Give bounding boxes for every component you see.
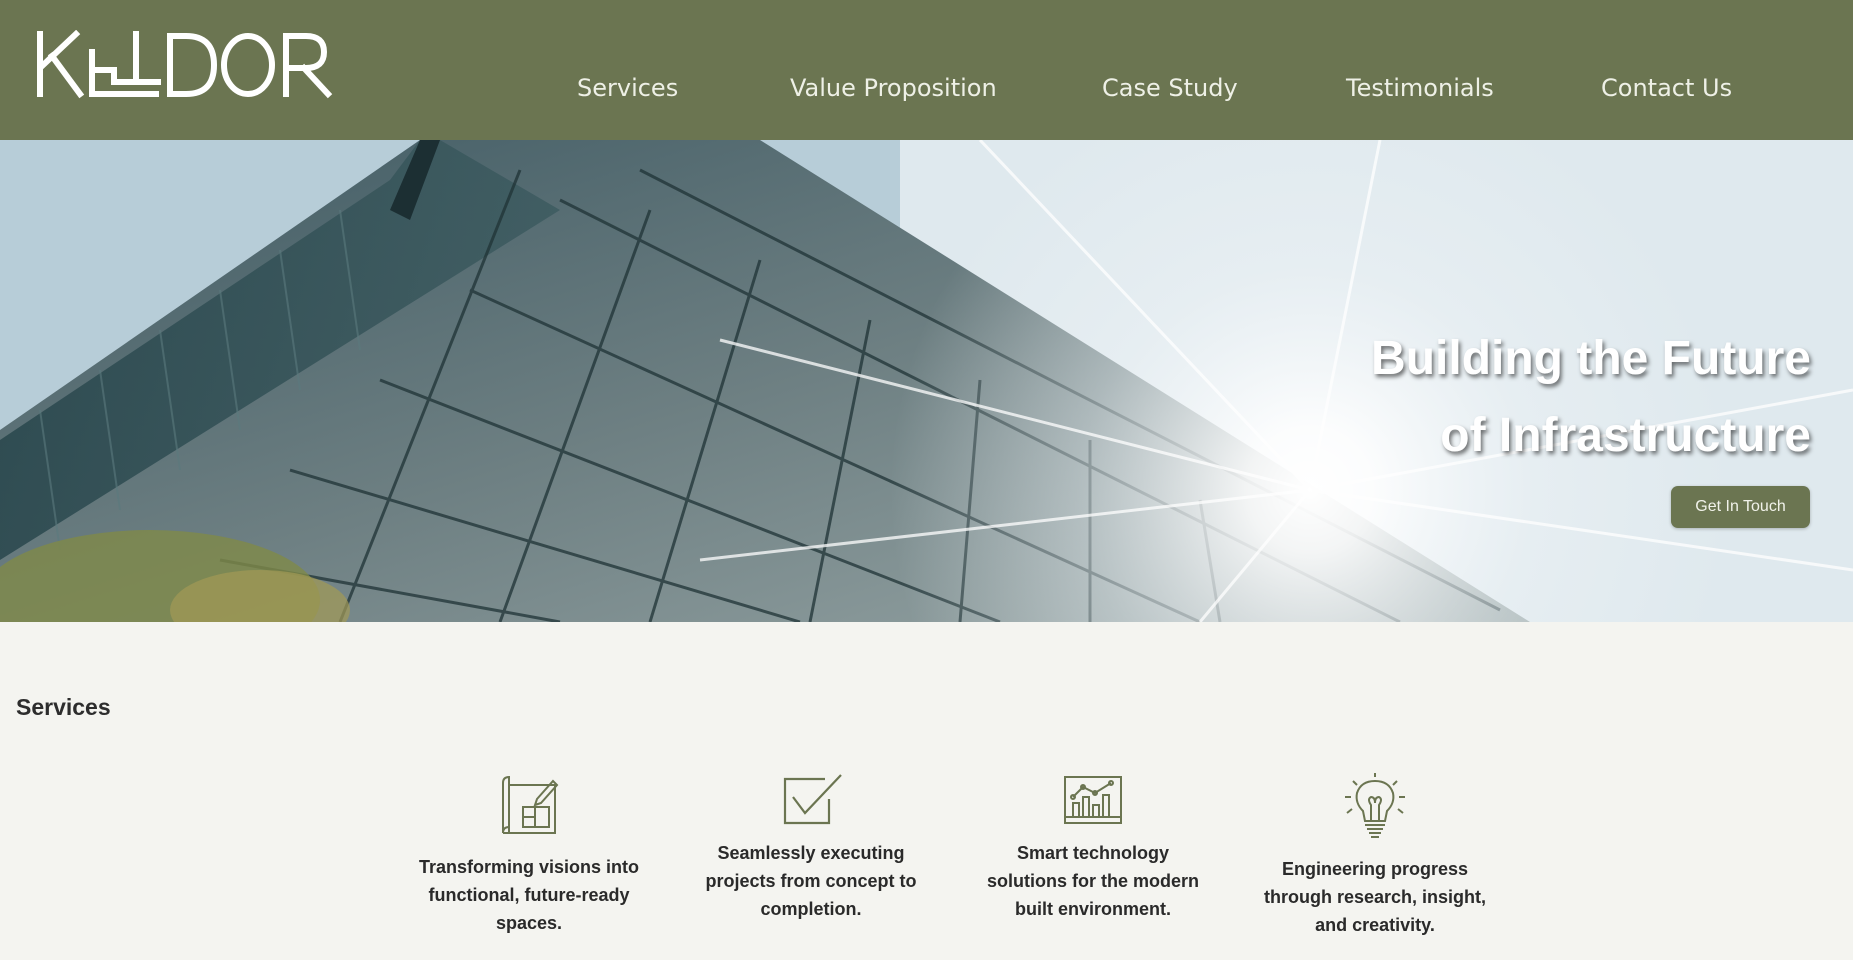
hero-title: Building the Future of Infrastructure (1111, 320, 1811, 474)
services-heading: Services (16, 694, 111, 720)
service-card-innovation: Engineering progress through research, i… (1260, 773, 1490, 939)
hero-banner: Building the Future of Infrastructure (0, 140, 1853, 622)
service-card-design: Transforming visions into functional, fu… (414, 773, 644, 937)
nav-testimonials[interactable]: Testimonials (1346, 70, 1494, 106)
checkbox-icon (783, 774, 842, 825)
analytics-chart-icon (1064, 776, 1122, 824)
service-text-technology: Smart technology solutions for the moder… (986, 843, 1199, 919)
hero-title-line2: of Infrastructure (1440, 409, 1811, 462)
get-in-touch-button[interactable]: Get In Touch (1671, 486, 1810, 528)
lightbulb-icon (1345, 773, 1405, 838)
service-card-technology: Smart technology solutions for the moder… (978, 773, 1208, 923)
hero-title-line1: Building the Future (1371, 332, 1811, 385)
service-text-innovation: Engineering progress through research, i… (1263, 859, 1487, 935)
nav-case-study[interactable]: Case Study (1102, 70, 1238, 106)
nav-services[interactable]: Services (577, 70, 678, 106)
site-header: Services Value Proposition Case Study Te… (0, 0, 1853, 140)
nav-value-proposition[interactable]: Value Proposition (790, 70, 997, 106)
blueprint-icon (502, 775, 559, 834)
service-card-execution: Seamlessly executing projects from conce… (696, 773, 926, 923)
service-text-design: Transforming visions into functional, fu… (418, 857, 640, 933)
main-nav: Services Value Proposition Case Study Te… (0, 70, 1853, 110)
nav-contact-us[interactable]: Contact Us (1601, 70, 1732, 106)
service-text-execution: Seamlessly executing projects from conce… (705, 843, 917, 919)
